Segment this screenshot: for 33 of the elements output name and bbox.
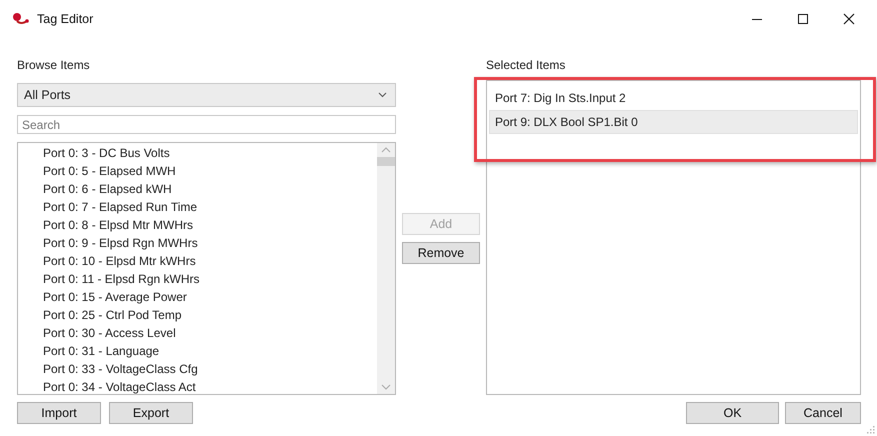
maximize-icon[interactable] xyxy=(797,13,809,25)
dialog-button[interactable]: Cancel xyxy=(785,402,861,424)
ports-dropdown[interactable]: All Ports xyxy=(17,83,396,107)
list-button[interactable]: Import xyxy=(17,402,101,424)
list-button[interactable]: Export xyxy=(109,402,193,424)
list-item[interactable]: Port 9: DLX Bool SP1.Bit 0 xyxy=(489,110,858,134)
app-logo-icon xyxy=(12,12,30,26)
scroll-thumb[interactable] xyxy=(377,157,395,166)
transfer-button[interactable]: Remove xyxy=(402,242,480,264)
list-item[interactable]: Port 0: 3 - DC Bus Volts xyxy=(43,144,377,162)
close-icon[interactable] xyxy=(843,13,855,25)
dialog-button[interactable]: OK xyxy=(686,402,779,424)
list-item[interactable]: Port 0: 7 - Elapsed Run Time xyxy=(43,198,377,216)
scrollbar[interactable] xyxy=(377,143,395,394)
list-item[interactable]: Port 7: Dig In Sts.Input 2 xyxy=(489,86,858,110)
chevron-down-icon xyxy=(378,92,387,98)
browse-items-label: Browse Items xyxy=(17,57,91,73)
list-item[interactable]: Port 0: 15 - Average Power xyxy=(43,288,377,306)
list-item[interactable]: Port 0: 34 - VoltageClass Act xyxy=(43,378,377,394)
list-item[interactable]: Port 0: 31 - Language xyxy=(43,342,377,360)
list-item[interactable]: Port 0: 30 - Access Level xyxy=(43,324,377,342)
resize-grip-icon[interactable] xyxy=(867,426,875,434)
list-item[interactable]: Port 0: 10 - Elpsd Mtr kWHrs xyxy=(43,252,377,270)
list-item[interactable]: Port 0: 9 - Elpsd Rgn MWHrs xyxy=(43,234,377,252)
search-field[interactable]: Search xyxy=(17,115,396,134)
list-item[interactable]: Port 0: 25 - Ctrl Pod Temp xyxy=(43,306,377,324)
list-item[interactable]: Port 0: 8 - Elpsd Mtr MWHrs xyxy=(43,216,377,234)
list-item[interactable]: Port 0: 33 - VoltageClass Cfg xyxy=(43,360,377,378)
window-title: Tag Editor xyxy=(37,12,94,26)
list-item[interactable]: Port 0: 6 - Elapsed kWH xyxy=(43,180,377,198)
list-item[interactable]: Port 0: 5 - Elapsed MWH xyxy=(43,162,377,180)
list-item[interactable]: Port 0: 11 - Elpsd Rgn kWHrs xyxy=(43,270,377,288)
selected-items-label: Selected Items xyxy=(486,57,566,73)
